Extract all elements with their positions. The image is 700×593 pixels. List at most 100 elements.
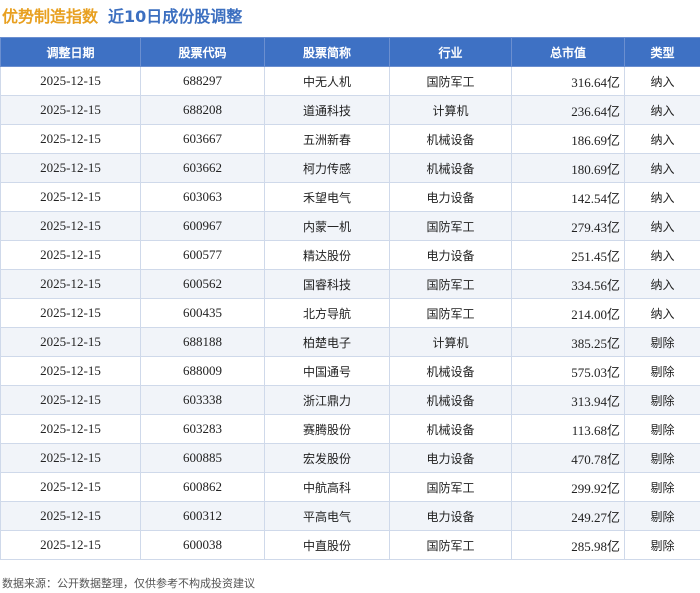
cell-code: 600038: [140, 530, 265, 560]
cell-market-cap: 316.64亿: [511, 66, 625, 96]
cell-stock-name: 禾望电气: [264, 182, 390, 212]
cell-stock-name: 精达股份: [264, 240, 390, 270]
cell-stock-name: 中无人机: [264, 66, 390, 96]
cell-market-cap: 180.69亿: [511, 153, 625, 183]
cell-type: 纳入: [624, 66, 700, 96]
cell-date: 2025-12-15: [0, 240, 141, 270]
cell-industry: 机械设备: [389, 414, 512, 444]
cell-stock-name: 平高电气: [264, 501, 390, 531]
cell-stock-name: 北方导航: [264, 298, 390, 328]
cell-industry: 国防军工: [389, 472, 512, 502]
cell-market-cap: 249.27亿: [511, 501, 625, 531]
table-row: 2025-12-15 688297 中无人机 国防军工 316.64亿 纳入: [0, 66, 700, 96]
cell-date: 2025-12-15: [0, 95, 141, 125]
cell-industry: 机械设备: [389, 153, 512, 183]
cell-code: 603662: [140, 153, 265, 183]
cell-code: 688009: [140, 356, 265, 386]
table-row: 2025-12-15 600577 精达股份 电力设备 251.45亿 纳入: [0, 240, 700, 270]
cell-industry: 国防军工: [389, 298, 512, 328]
table-row: 2025-12-15 688188 柏楚电子 计算机 385.25亿 剔除: [0, 327, 700, 357]
cell-stock-name: 宏发股份: [264, 443, 390, 473]
cell-code: 603338: [140, 385, 265, 415]
cell-market-cap: 236.64亿: [511, 95, 625, 125]
table-row: 2025-12-15 688208 道通科技 计算机 236.64亿 纳入: [0, 95, 700, 125]
cell-date: 2025-12-15: [0, 66, 141, 96]
table-row: 2025-12-15 600862 中航高科 国防军工 299.92亿 剔除: [0, 472, 700, 502]
cell-date: 2025-12-15: [0, 385, 141, 415]
cell-market-cap: 470.78亿: [511, 443, 625, 473]
cell-stock-name: 国睿科技: [264, 269, 390, 299]
cell-market-cap: 299.92亿: [511, 472, 625, 502]
cell-industry: 国防军工: [389, 530, 512, 560]
cell-code: 600577: [140, 240, 265, 270]
table-row: 2025-12-15 603338 浙江鼎力 机械设备 313.94亿 剔除: [0, 385, 700, 415]
cell-date: 2025-12-15: [0, 356, 141, 386]
column-header-industry: 行业: [389, 37, 512, 67]
cell-date: 2025-12-15: [0, 443, 141, 473]
cell-date: 2025-12-15: [0, 414, 141, 444]
table-header-row: 调整日期 股票代码 股票简称 行业 总市值 类型: [0, 37, 700, 67]
cell-industry: 国防军工: [389, 66, 512, 96]
cell-stock-name: 赛腾股份: [264, 414, 390, 444]
table-row: 2025-12-15 600038 中直股份 国防军工 285.98亿 剔除: [0, 530, 700, 560]
column-header-date: 调整日期: [0, 37, 141, 67]
cell-date: 2025-12-15: [0, 153, 141, 183]
cell-market-cap: 279.43亿: [511, 211, 625, 241]
cell-stock-name: 道通科技: [264, 95, 390, 125]
cell-code: 688208: [140, 95, 265, 125]
cell-market-cap: 214.00亿: [511, 298, 625, 328]
table-row: 2025-12-15 603667 五洲新春 机械设备 186.69亿 纳入: [0, 124, 700, 154]
cell-type: 剔除: [624, 356, 700, 386]
column-header-code: 股票代码: [140, 37, 265, 67]
cell-code: 603667: [140, 124, 265, 154]
cell-market-cap: 186.69亿: [511, 124, 625, 154]
cell-market-cap: 113.68亿: [511, 414, 625, 444]
cell-industry: 电力设备: [389, 240, 512, 270]
cell-type: 纳入: [624, 211, 700, 241]
cell-code: 600562: [140, 269, 265, 299]
table-row: 2025-12-15 603662 柯力传感 机械设备 180.69亿 纳入: [0, 153, 700, 183]
table-row: 2025-12-15 600562 国睿科技 国防军工 334.56亿 纳入: [0, 269, 700, 299]
table-row: 2025-12-15 600885 宏发股份 电力设备 470.78亿 剔除: [0, 443, 700, 473]
table-body: 2025-12-15 688297 中无人机 国防军工 316.64亿 纳入 2025-12…: [0, 66, 700, 560]
cell-type: 剔除: [624, 472, 700, 502]
cell-industry: 电力设备: [389, 501, 512, 531]
cell-market-cap: 142.54亿: [511, 182, 625, 212]
table-row: 2025-12-15 603283 赛腾股份 机械设备 113.68亿 剔除: [0, 414, 700, 444]
cell-code: 600967: [140, 211, 265, 241]
cell-market-cap: 313.94亿: [511, 385, 625, 415]
cell-date: 2025-12-15: [0, 501, 141, 531]
cell-code: 603283: [140, 414, 265, 444]
table-row: 2025-12-15 600312 平高电气 电力设备 249.27亿 剔除: [0, 501, 700, 531]
cell-type: 纳入: [624, 124, 700, 154]
cell-stock-name: 柯力传感: [264, 153, 390, 183]
cell-industry: 国防军工: [389, 211, 512, 241]
cell-market-cap: 251.45亿: [511, 240, 625, 270]
cell-type: 剔除: [624, 414, 700, 444]
cell-type: 剔除: [624, 530, 700, 560]
cell-type: 剔除: [624, 327, 700, 357]
table-row: 2025-12-15 688009 中国通号 机械设备 575.03亿 剔除: [0, 356, 700, 386]
cell-type: 纳入: [624, 298, 700, 328]
cell-market-cap: 334.56亿: [511, 269, 625, 299]
cell-industry: 电力设备: [389, 182, 512, 212]
page-subtitle: 近10日成份股调整: [108, 7, 243, 26]
cell-stock-name: 内蒙一机: [264, 211, 390, 241]
cell-type: 剔除: [624, 443, 700, 473]
cell-industry: 电力设备: [389, 443, 512, 473]
cell-code: 600885: [140, 443, 265, 473]
cell-industry: 国防军工: [389, 269, 512, 299]
source-note: 数据来源：公开数据整理，仅供参考不构成投资建议: [2, 577, 255, 590]
cell-type: 剔除: [624, 501, 700, 531]
column-header-name: 股票简称: [264, 37, 390, 67]
cell-date: 2025-12-15: [0, 182, 141, 212]
cell-date: 2025-12-15: [0, 327, 141, 357]
cell-code: 600435: [140, 298, 265, 328]
constituent-table: 调整日期 股票代码 股票简称 行业 总市值 类型 2025-12-15 68829…: [0, 37, 700, 560]
cell-industry: 计算机: [389, 327, 512, 357]
cell-market-cap: 575.03亿: [511, 356, 625, 386]
cell-code: 600862: [140, 472, 265, 502]
cell-code: 603063: [140, 182, 265, 212]
cell-type: 纳入: [624, 95, 700, 125]
cell-stock-name: 五洲新春: [264, 124, 390, 154]
